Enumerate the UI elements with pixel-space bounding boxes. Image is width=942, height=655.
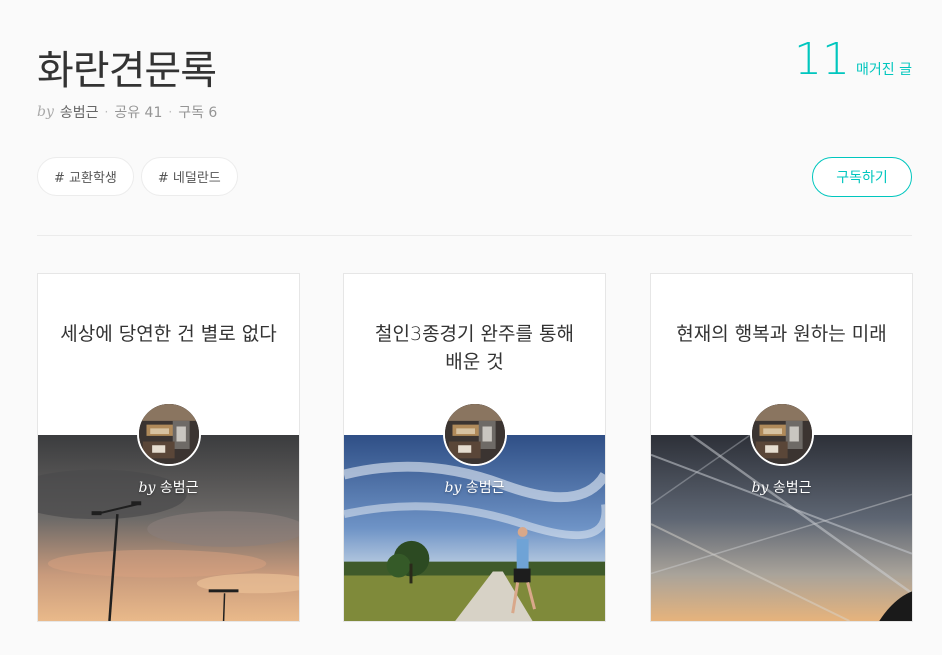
card-author-name: 송범근 <box>772 480 812 496</box>
article-card[interactable]: 현재의 행복과 원하는 미래 by 송범근 <box>650 273 913 622</box>
by-label: by <box>138 480 156 496</box>
card-author-name: 송범근 <box>159 480 199 496</box>
article-title[interactable]: 현재의 행복과 원하는 미래 <box>671 320 892 348</box>
by-label: by <box>37 104 54 120</box>
author-avatar[interactable] <box>442 402 507 466</box>
card-author-name: 송범근 <box>465 480 505 496</box>
subscriber-count: 구독 6 <box>178 105 218 121</box>
magazine-title: 화란견문록 <box>37 48 217 94</box>
separator-dot: · <box>104 105 109 119</box>
by-label: by <box>444 480 462 496</box>
post-count-number: 11 <box>794 34 851 85</box>
separator-dot: · <box>168 105 173 119</box>
author-avatar[interactable] <box>749 402 814 466</box>
article-title[interactable]: 세상에 당연한 건 별로 없다 <box>58 320 279 348</box>
divider <box>37 235 912 236</box>
card-author: by 송범근 <box>38 477 299 497</box>
card-author: by 송범근 <box>651 477 912 497</box>
tag-exchange-student[interactable]: # 교환학생 <box>37 157 134 196</box>
post-count-label: 매거진 글 <box>856 62 912 78</box>
post-count: 11 매거진 글 <box>794 38 912 82</box>
article-card[interactable]: 철인3종경기 완주를 통해 배운 것 by 송범근 <box>343 273 606 622</box>
card-author: by 송범근 <box>344 477 605 497</box>
tag-list: # 교환학생 # 네덜란드 <box>37 157 238 196</box>
share-count: 공유 41 <box>114 105 163 121</box>
by-label: by <box>751 480 769 496</box>
author-avatar[interactable] <box>136 402 201 466</box>
subscribe-button[interactable]: 구독하기 <box>812 157 912 197</box>
tag-netherlands[interactable]: # 네덜란드 <box>140 157 238 196</box>
article-card[interactable]: 세상에 당연한 건 별로 없다 by 송범근 <box>37 273 300 622</box>
magazine-meta: by 송범근 · 공유 41 · 구독 6 <box>37 102 217 122</box>
article-title[interactable]: 철인3종경기 완주를 통해 배운 것 <box>364 320 585 376</box>
author-link[interactable]: 송범근 <box>60 102 99 122</box>
